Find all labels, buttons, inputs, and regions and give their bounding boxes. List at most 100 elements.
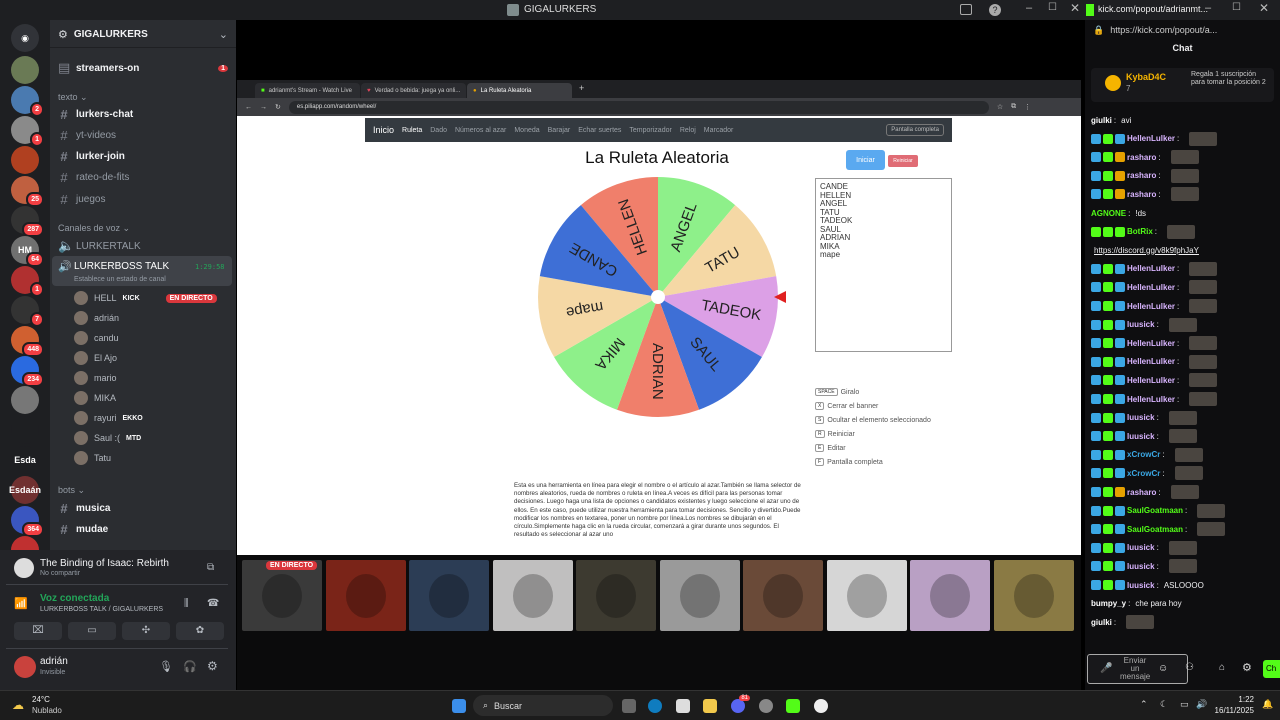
category-voz[interactable]: Canales de voz ⌄ (58, 223, 130, 234)
weather-temp[interactable]: 24°C (32, 695, 50, 704)
edge-icon[interactable] (648, 699, 662, 713)
nav-item[interactable]: Ruleta (402, 127, 422, 134)
chat-username[interactable]: BotRix (1127, 227, 1153, 236)
volume-icon[interactable]: 🔊 (1196, 699, 1207, 710)
chat-username[interactable]: AGNONE (1091, 209, 1126, 218)
chat-message[interactable]: luusick: (1091, 540, 1276, 556)
send-button[interactable]: Ch (1263, 660, 1280, 678)
chat-message[interactable]: giulki: (1091, 614, 1276, 630)
chat-username[interactable]: SaulGoatmaan (1127, 525, 1183, 534)
chat-message[interactable]: BotRix: (1091, 224, 1276, 240)
voice-user[interactable]: candu (74, 329, 119, 347)
chat-username[interactable]: rasharo (1127, 153, 1156, 162)
chat-username[interactable]: luusick (1127, 543, 1155, 552)
browser-tab[interactable]: ■ adrianmt's Stream - Watch Live (255, 83, 360, 98)
kick-maximize-icon[interactable]: ☐ (1232, 2, 1241, 13)
users-icon[interactable]: ⚇ (1185, 662, 1194, 673)
server-icon[interactable]: Esdaán (9, 476, 41, 504)
chat-message[interactable]: https://discord.gg/v8k9fphJaY (1091, 242, 1276, 258)
chat-message[interactable]: AGNONE: !ds (1091, 205, 1276, 221)
settings-gear-icon[interactable]: ⚙ (1242, 661, 1252, 674)
bookmark-star-icon[interactable]: ☆ (997, 103, 1003, 111)
chat-message[interactable]: HellenLulker: (1091, 391, 1276, 407)
channel-status-hint[interactable]: Establece un estado de canal (74, 276, 166, 283)
emoji-icon[interactable]: ☺ (1158, 663, 1168, 674)
chat-message[interactable]: SaulGoatmaan: (1091, 503, 1276, 519)
nav-item[interactable]: Reloj (680, 127, 696, 134)
channel-lurkers-chat[interactable]: # lurkers-chat (58, 105, 228, 123)
browser-tab[interactable]: ♥ Verdad o bebida: juega ya onli... (361, 83, 466, 98)
kick-icon[interactable] (786, 699, 800, 713)
chat-message[interactable]: luusick: (1091, 558, 1276, 574)
new-tab-icon[interactable]: + (573, 83, 590, 98)
chat-username[interactable]: HellenLulker (1127, 283, 1175, 292)
maximize-icon[interactable]: ☐ (1048, 2, 1057, 13)
names-textarea[interactable]: CANDE HELLEN ANGEL TATU TADEOK SAUL ADRIAN MIKA… (815, 178, 952, 352)
stream-tile[interactable] (492, 560, 573, 631)
channel-mudae[interactable]: # mudae (58, 520, 228, 538)
chat-username[interactable]: rasharo (1127, 488, 1156, 497)
chat-username[interactable]: HellenLulker (1127, 357, 1175, 366)
chat-username[interactable]: giulki (1091, 116, 1112, 125)
voice-user[interactable]: adrián (74, 309, 119, 327)
discord-home-icon[interactable]: ◉ (11, 24, 39, 52)
roulette-wheel[interactable]: HELLEN ANGELTATUTADEOKSAULADRIANMIKAmapeC… (536, 175, 786, 425)
browser-tab-active[interactable]: ● La Ruleta Aleatoria (467, 83, 572, 98)
signal-icon[interactable]: 📶 (14, 597, 28, 610)
store-icon[interactable]: ⌂ (1219, 662, 1225, 673)
chat-message[interactable]: giulki: avi (1091, 112, 1276, 128)
minimize-icon[interactable]: – (1026, 2, 1032, 14)
chat-message[interactable]: luusick: (1091, 428, 1276, 444)
chat-message[interactable]: xCrowCr: (1091, 465, 1276, 481)
discord-icon[interactable]: 81 (731, 695, 750, 713)
stream-tile[interactable] (325, 560, 406, 631)
chat-username[interactable]: HellenLulker (1127, 302, 1175, 311)
server-icon[interactable]: 234 (11, 356, 44, 387)
tray-chevron-icon[interactable]: ⌃ (1140, 699, 1148, 710)
stream-tile[interactable] (743, 560, 823, 631)
chat-message[interactable]: HellenLulker: (1091, 279, 1276, 295)
search-input[interactable]: ⌕ Buscar (473, 695, 613, 716)
chat-message[interactable]: rasharo: (1091, 484, 1276, 500)
category-texto[interactable]: texto ⌄ (58, 92, 88, 103)
chrome-icon[interactable] (759, 699, 773, 713)
chat-message[interactable]: HellenLulker: (1091, 261, 1276, 277)
close-icon[interactable]: ✕ (1070, 1, 1080, 15)
channel-rateo-de-fits[interactable]: # rateo-de-fits (58, 168, 228, 186)
start-button[interactable]: Iniciar (846, 150, 885, 170)
folder-icon[interactable] (703, 699, 717, 713)
voice-user[interactable]: Tatu (74, 449, 111, 467)
voice-user[interactable]: Saul :(MTD (74, 429, 141, 447)
chat-message[interactable]: rasharo: (1091, 149, 1276, 165)
chat-message[interactable]: luusick: (1091, 317, 1276, 333)
chat-username[interactable]: HellenLulker (1127, 134, 1175, 143)
start-icon[interactable] (452, 699, 466, 713)
stream-tile[interactable]: EN DIRECTO (242, 560, 322, 631)
stream-tile[interactable] (576, 560, 656, 631)
channel-yt-videos[interactable]: # yt-videos (58, 126, 228, 144)
user-name[interactable]: adrián (40, 656, 68, 667)
chat-message[interactable]: HellenLulker: (1091, 354, 1276, 370)
voice-user[interactable]: El Ajo (74, 349, 117, 367)
server-icon[interactable]: 1 (11, 116, 44, 147)
site-brand[interactable]: Inicio (373, 125, 394, 135)
server-icon[interactable]: 364 (11, 506, 44, 537)
channel-lurkerboss-talk[interactable]: 🔊 LURKERBOSS TALK 1:29:58 Establece un e… (52, 256, 232, 286)
microphone-icon[interactable]: 🎙 (159, 660, 173, 673)
task-view-icon[interactable] (622, 699, 636, 713)
chat-username[interactable]: giulki (1091, 618, 1112, 627)
weather-desc[interactable]: Nublado (32, 706, 62, 715)
server-icon[interactable]: 1 (11, 266, 44, 297)
notifications-icon[interactable]: 🔔 (1262, 699, 1273, 710)
stream-tile[interactable] (409, 560, 489, 631)
chat-username[interactable]: HellenLulker (1127, 376, 1175, 385)
address-bar[interactable]: es.piliapp.com/random/wheel/ (288, 100, 989, 114)
stream-tile[interactable] (659, 560, 740, 631)
server-icon[interactable]: 287 (11, 206, 44, 237)
chat-message[interactable]: bumpy_y: che para hoy (1091, 596, 1276, 612)
chat-message[interactable]: luusick: ASLOOOO (1091, 577, 1276, 593)
isaac-icon[interactable] (814, 699, 828, 713)
nav-item[interactable]: Echar suertes (578, 127, 621, 134)
forward-icon[interactable]: → (260, 104, 267, 111)
chat-message[interactable]: HellenLulker: (1091, 372, 1276, 388)
